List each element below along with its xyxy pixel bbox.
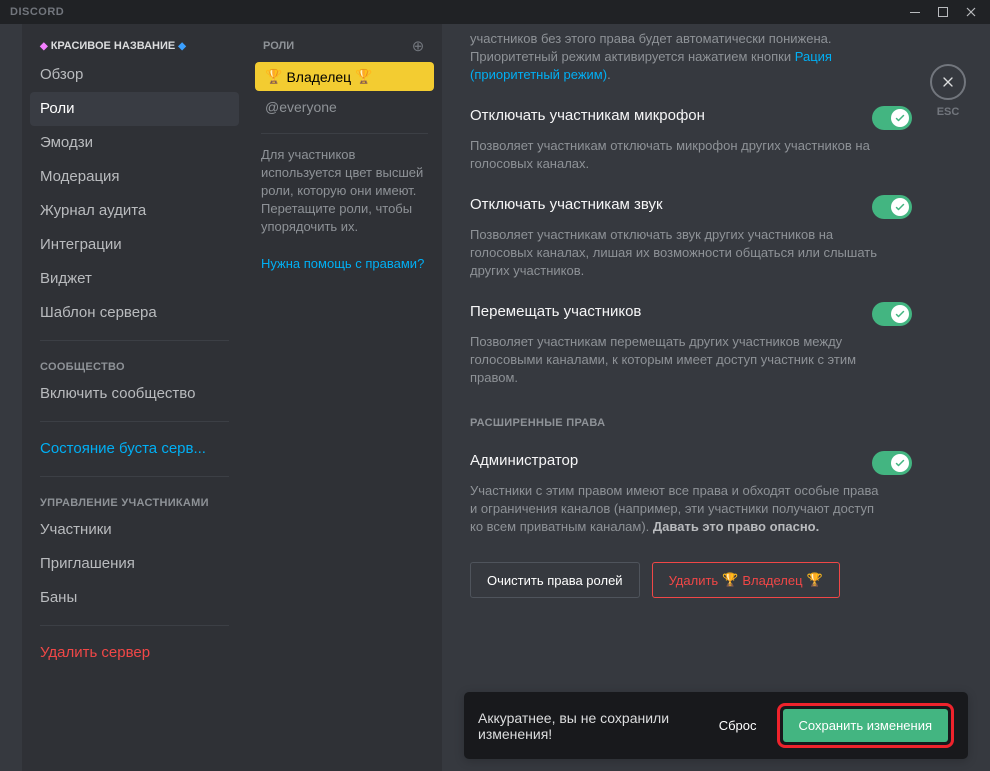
delete-role-button[interactable]: Удалить 🏆 Владелец 🏆 <box>652 562 840 598</box>
server-name-header: ◆ КРАСИВОЕ НАЗВАНИЕ ◆ <box>30 34 239 58</box>
unsaved-changes-bar: Аккуратнее, вы не сохранили изменения! С… <box>464 692 968 759</box>
permission-title: Администратор <box>470 451 578 471</box>
permission-description: Позволяет участникам отключать микрофон … <box>470 137 880 173</box>
sidebar-item-roles[interactable]: Роли <box>30 92 239 126</box>
roles-header-title: РОЛИ <box>263 40 294 52</box>
esc-label: ESC <box>937 106 960 118</box>
reset-button[interactable]: Сброс <box>705 710 771 741</box>
sidebar-item-template[interactable]: Шаблон сервера <box>30 296 239 330</box>
permission-mute-members: Отключать участникам микрофон Позволяет … <box>470 106 912 173</box>
roles-column: РОЛИ ⊕ 🏆 Владелец 🏆 @everyone Для участн… <box>247 24 442 771</box>
clear-role-permissions-button[interactable]: Очистить права ролей <box>470 562 640 598</box>
permission-description: Участники с этим правом имеют все права … <box>470 482 880 536</box>
divider <box>261 133 428 134</box>
title-bar: DISCORD <box>0 0 990 24</box>
app-name: DISCORD <box>10 6 64 18</box>
unsaved-text: Аккуратнее, вы не сохранили изменения! <box>478 710 705 742</box>
advanced-permissions-header: РАСШИРЕННЫЕ ПРАВА <box>470 417 912 429</box>
content-area: ESC участников без этого права будет авт… <box>442 24 990 771</box>
minimize-button[interactable] <box>902 1 928 23</box>
sidebar-item-bans[interactable]: Баны <box>30 581 239 615</box>
sidebar-item-moderation[interactable]: Модерация <box>30 160 239 194</box>
roles-help-link[interactable]: Нужна помощь с правами? <box>255 256 434 271</box>
sidebar-item-integrations[interactable]: Интеграции <box>30 228 239 262</box>
maximize-button[interactable] <box>930 1 956 23</box>
trophy-icon: 🏆 <box>807 572 823 588</box>
permission-move-members: Перемещать участников Позволяет участник… <box>470 302 912 387</box>
toggle-administrator[interactable] <box>872 451 912 475</box>
permission-administrator: Администратор Участники с этим правом им… <box>470 451 912 536</box>
trophy-icon: 🏆 <box>265 68 282 85</box>
permission-title: Отключать участникам звук <box>470 195 663 215</box>
toggle-deafen-members[interactable] <box>872 195 912 219</box>
permission-title: Перемещать участников <box>470 302 641 322</box>
divider <box>40 625 229 626</box>
trophy-icon: 🏆 <box>355 68 372 85</box>
save-highlight: Сохранить изменения <box>777 703 955 748</box>
role-item-everyone[interactable]: @everyone <box>255 93 434 121</box>
sidebar-item-enable-community[interactable]: Включить сообщество <box>30 377 239 411</box>
permission-deafen-members: Отключать участникам звук Позволяет учас… <box>470 195 912 280</box>
sidebar-item-overview[interactable]: Обзор <box>30 58 239 92</box>
sidebar-item-emoji[interactable]: Эмодзи <box>30 126 239 160</box>
sidebar-item-invites[interactable]: Приглашения <box>30 547 239 581</box>
permission-description: Позволяет участникам перемещать других у… <box>470 333 880 387</box>
close-settings-button[interactable]: ESC <box>930 64 966 118</box>
section-community: СООБЩЕСТВО <box>30 351 239 377</box>
add-role-button[interactable]: ⊕ <box>410 38 426 54</box>
close-icon <box>930 64 966 100</box>
section-member-mgmt: УПРАВЛЕНИЕ УЧАСТНИКАМИ <box>30 487 239 513</box>
permission-title: Отключать участникам микрофон <box>470 106 705 126</box>
settings-sidebar: ◆ КРАСИВОЕ НАЗВАНИЕ ◆ Обзор Роли Эмодзи … <box>22 24 247 771</box>
trophy-icon: 🏆 <box>722 572 738 588</box>
divider <box>40 476 229 477</box>
permission-description: Позволяет участникам отключать звук друг… <box>470 226 880 280</box>
sidebar-item-boost-status[interactable]: Состояние буста серв... <box>30 432 239 466</box>
toggle-move-members[interactable] <box>872 302 912 326</box>
sidebar-item-widget[interactable]: Виджет <box>30 262 239 296</box>
close-button[interactable] <box>958 1 984 23</box>
lead-description: участников без этого права будет автомат… <box>470 30 912 84</box>
toggle-mute-members[interactable] <box>872 106 912 130</box>
sidebar-item-audit-log[interactable]: Журнал аудита <box>30 194 239 228</box>
divider <box>40 340 229 341</box>
save-changes-button[interactable]: Сохранить изменения <box>783 709 949 742</box>
sidebar-item-delete-server[interactable]: Удалить сервер <box>30 636 239 670</box>
role-item-owner[interactable]: 🏆 Владелец 🏆 <box>255 62 434 91</box>
sidebar-item-members[interactable]: Участники <box>30 513 239 547</box>
roles-hint-text: Для участников используется цвет высшей … <box>255 146 434 236</box>
divider <box>40 421 229 422</box>
window-controls <box>902 1 984 23</box>
